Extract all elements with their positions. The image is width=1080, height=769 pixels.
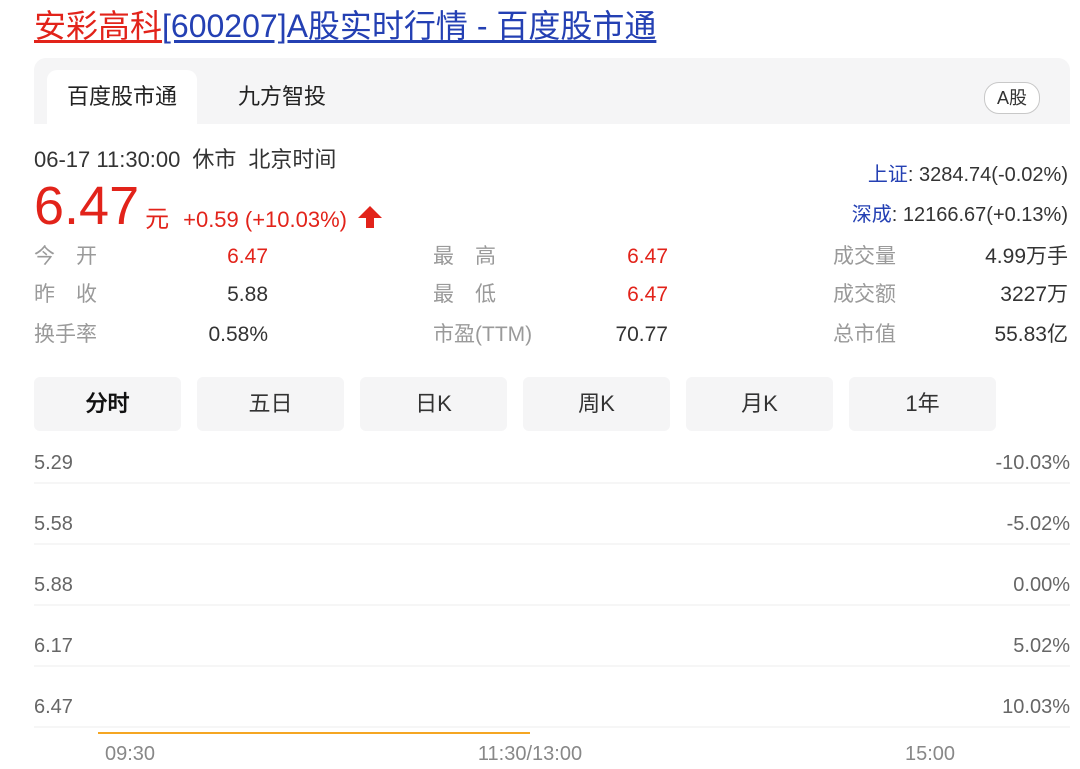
intraday-chart[interactable]: 5.29 5.58 5.88 6.17 6.47 -10.03% -5.02% 0.00% 5.…	[0, 440, 1080, 769]
stat-value-low: 6.47	[627, 283, 668, 306]
current-price: 6.47	[34, 176, 140, 236]
tab-jiufang-zhitou[interactable]: 九方智投	[212, 70, 352, 124]
quote-meta: 06-17 11:30:00 休市 北京时间	[34, 142, 348, 174]
index-shanghai[interactable]: 上证: 3284.74(-0.02%)	[868, 158, 1068, 187]
market-badge[interactable]: A股	[983, 82, 1040, 114]
stat-value-open: 6.47	[227, 245, 268, 268]
tab-daily-k[interactable]: 日K	[360, 377, 507, 431]
stat-label-market-cap: 总市值	[833, 323, 896, 346]
stock-title-link[interactable]: [600207]A股实时行情 - 百度股市通	[162, 8, 656, 44]
stat-label-turnover-rate: 换手率	[34, 323, 97, 346]
price-unit: 元	[145, 206, 170, 233]
time-tick-label: 11:30/13:00	[478, 743, 582, 765]
price-tick-label: 5.88	[34, 574, 73, 596]
stock-quote-page: 安彩高科[600207]A股实时行情 - 百度股市通 百度股市通 九方智投 A股…	[0, 0, 1080, 769]
stat-value-pe-ttm: 70.77	[615, 323, 668, 346]
stat-label-pe-ttm: 市盈(TTM)	[433, 323, 533, 346]
stat-value-volume: 4.99万手	[985, 245, 1068, 268]
stat-value-market-cap: 55.83亿	[994, 323, 1068, 346]
stock-name-link[interactable]: 安彩高科	[34, 8, 162, 44]
tab-five-day[interactable]: 五日	[197, 377, 344, 431]
stat-label-open: 今 开	[34, 245, 97, 268]
stat-label-high: 最 高	[433, 245, 496, 268]
index-value: : 12166.67(+0.13%)	[891, 204, 1068, 226]
quote-time: 06-17 11:30:00	[34, 147, 181, 172]
time-tick-label: 09:30	[105, 743, 155, 765]
stat-label-low: 最 低	[433, 283, 496, 306]
stat-value-high: 6.47	[627, 245, 668, 268]
source-tab-bar: 百度股市通 九方智投 A股	[34, 58, 1070, 124]
arrow-up-icon	[357, 205, 383, 234]
pct-tick-label: 5.02%	[1013, 635, 1070, 657]
stat-value-prev-close: 5.88	[227, 283, 268, 306]
tab-baidu-gushitong[interactable]: 百度股市通	[47, 70, 197, 124]
pct-tick-label: -5.02%	[1007, 513, 1071, 535]
index-name: 上证	[867, 164, 908, 186]
price-row: 6.47 元 +0.59 (+10.03%)	[34, 178, 383, 234]
pct-tick-label: 0.00%	[1013, 574, 1070, 596]
time-tick-label: 15:00	[905, 743, 955, 765]
stat-label-volume: 成交量	[833, 245, 896, 268]
timezone-label: 北京时间	[248, 147, 337, 172]
stat-value-turnover-amount: 3227万	[1000, 283, 1068, 306]
stat-label-prev-close: 昨 收	[34, 283, 97, 306]
pct-tick-label: 10.03%	[1002, 696, 1070, 718]
stat-label-turnover-amount: 成交额	[833, 283, 896, 306]
tab-monthly-k[interactable]: 月K	[686, 377, 833, 431]
price-tick-label: 5.29	[34, 452, 73, 474]
index-value: : 3284.74(-0.02%)	[907, 164, 1068, 186]
price-tick-label: 6.17	[34, 635, 73, 657]
tab-weekly-k[interactable]: 周K	[523, 377, 670, 431]
tab-intraday[interactable]: 分时	[34, 377, 181, 431]
price-tick-label: 5.58	[34, 513, 73, 535]
market-status: 休市	[192, 147, 237, 172]
pct-tick-label: -10.03%	[996, 452, 1071, 474]
index-name: 深成	[851, 204, 892, 226]
price-change: +0.59 (+10.03%)	[183, 207, 348, 232]
tab-one-year[interactable]: 1年	[849, 377, 996, 431]
index-shenzhen[interactable]: 深成: 12166.67(+0.13%)	[852, 198, 1068, 227]
price-tick-label: 6.47	[34, 696, 73, 718]
page-title: 安彩高科[600207]A股实时行情 - 百度股市通	[34, 4, 656, 48]
stat-value-turnover-rate: 0.58%	[208, 323, 268, 346]
